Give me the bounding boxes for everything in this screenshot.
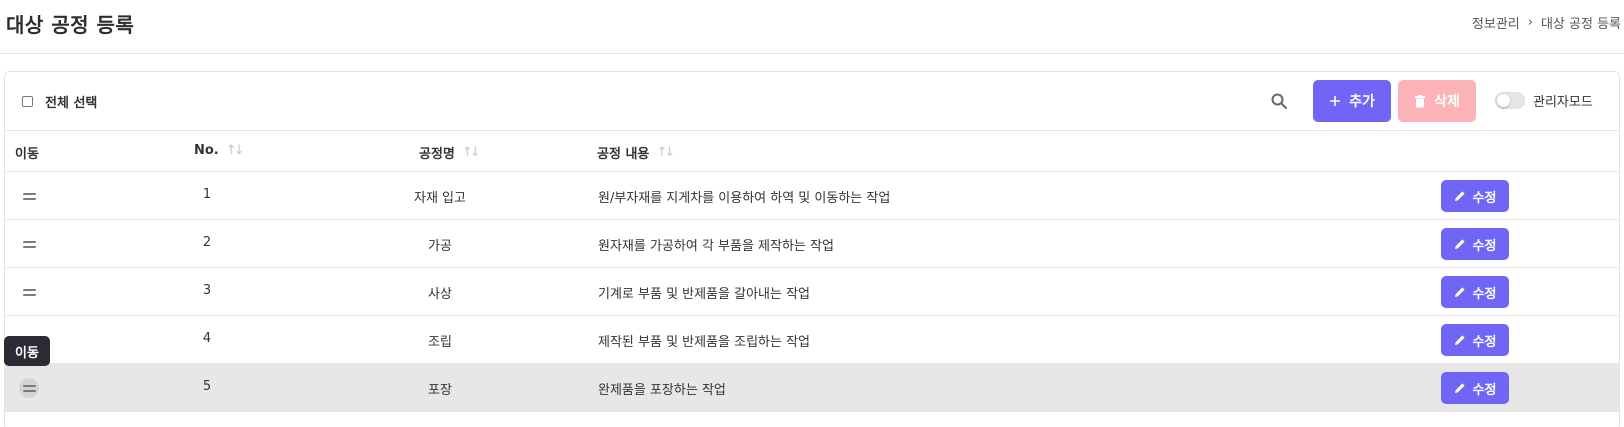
sort-icon[interactable]: ↑↓ <box>656 145 675 160</box>
trash-icon <box>1415 94 1426 107</box>
toggle-knob <box>1497 94 1510 107</box>
edit-button[interactable]: 수정 <box>1441 324 1509 356</box>
select-all[interactable]: 전체 선택 <box>22 92 97 111</box>
edit-button-label: 수정 <box>1472 190 1497 206</box>
search-button[interactable] <box>1266 88 1292 114</box>
drag-handle-icon[interactable] <box>19 234 39 254</box>
table-row: 5 포장 완제품을 포장하는 작업 수정 <box>5 364 1619 412</box>
edit-button[interactable]: 수정 <box>1441 180 1509 212</box>
column-process-desc[interactable]: 공정 내용 ↑↓ <box>597 143 675 162</box>
drag-handle-icon[interactable] <box>19 378 39 398</box>
breadcrumb-item-info-management[interactable]: 정보관리 <box>1472 13 1520 32</box>
breadcrumb-separator: › <box>1527 15 1533 30</box>
cell-process-name: 가공 <box>428 239 452 254</box>
page-title: 대상 공정 등록 <box>6 13 135 37</box>
cell-no: 4 <box>202 331 212 346</box>
sort-icon[interactable]: ↑↓ <box>462 145 481 160</box>
toolbar: 전체 선택 추가 삭제 관리자모드 <box>5 72 1619 131</box>
admin-mode-toggle[interactable] <box>1495 92 1525 109</box>
select-all-label: 전체 선택 <box>45 96 98 111</box>
breadcrumb: 정보관리 › 대상 공정 등록 <box>1472 13 1621 32</box>
edit-button-label: 수정 <box>1472 238 1497 254</box>
table-row: 2 가공 원자재를 가공하여 각 부품을 제작하는 작업 수정 <box>5 220 1619 268</box>
delete-button-label: 삭제 <box>1434 94 1460 110</box>
delete-button[interactable]: 삭제 <box>1398 80 1476 122</box>
add-button[interactable]: 추가 <box>1313 80 1391 122</box>
cell-process-desc: 기계로 부품 및 반제품을 갈아내는 작업 <box>598 287 811 302</box>
edit-button-label: 수정 <box>1472 334 1497 350</box>
process-list-card: 전체 선택 추가 삭제 관리자모드 이동 No. ↑↓ 공정명 ↑↓ 공정 내용… <box>4 71 1620 427</box>
sort-icon[interactable]: ↑↓ <box>226 143 245 158</box>
table-row: 3 사상 기계로 부품 및 반제품을 갈아내는 작업 수정 <box>5 268 1619 316</box>
column-no-label: No. <box>194 143 219 158</box>
cell-process-desc: 완제품을 포장하는 작업 <box>598 383 726 398</box>
cell-process-desc: 제작된 부품 및 반제품을 조립하는 작업 <box>598 335 811 350</box>
column-process-name-label: 공정명 <box>419 147 455 162</box>
column-no[interactable]: No. ↑↓ <box>194 143 245 158</box>
admin-mode-label: 관리자모드 <box>1533 95 1593 110</box>
search-icon <box>1271 93 1287 109</box>
pencil-icon <box>1454 287 1465 297</box>
cell-no: 5 <box>202 379 212 394</box>
drag-handle-icon[interactable] <box>19 186 39 206</box>
page-header: 대상 공정 등록 정보관리 › 대상 공정 등록 <box>0 0 1624 54</box>
table-header: 이동 No. ↑↓ 공정명 ↑↓ 공정 내용 ↑↓ <box>5 131 1619 172</box>
cell-process-desc: 원자재를 가공하여 각 부품을 제작하는 작업 <box>598 239 834 254</box>
table-row: 1 자재 입고 원/부자재를 지게차를 이용하여 하역 및 이동하는 작업 수정 <box>5 172 1619 220</box>
cell-no: 1 <box>202 187 212 202</box>
column-process-name[interactable]: 공정명 ↑↓ <box>419 143 481 162</box>
pencil-icon <box>1454 239 1465 249</box>
admin-mode-switch[interactable]: 관리자모드 <box>1495 91 1593 110</box>
column-move-label: 이동 <box>15 147 39 162</box>
plus-icon <box>1330 96 1341 106</box>
drag-tooltip: 이동 <box>4 336 50 366</box>
drag-handle-icon[interactable] <box>19 282 39 302</box>
column-process-desc-label: 공정 내용 <box>597 147 650 162</box>
column-move: 이동 <box>15 143 39 162</box>
edit-button-label: 수정 <box>1472 286 1497 302</box>
breadcrumb-item-current: 대상 공정 등록 <box>1540 17 1621 32</box>
edit-button[interactable]: 수정 <box>1441 276 1509 308</box>
pencil-icon <box>1454 191 1465 201</box>
table-row: 4 조립 제작된 부품 및 반제품을 조립하는 작업 수정 <box>5 316 1619 364</box>
edit-button-label: 수정 <box>1472 382 1497 398</box>
cell-process-name: 사상 <box>428 287 452 302</box>
cell-process-name: 조립 <box>428 335 452 350</box>
cell-no: 3 <box>202 283 212 298</box>
select-all-checkbox[interactable] <box>22 96 33 107</box>
cell-process-name: 자재 입고 <box>414 191 466 206</box>
add-button-label: 추가 <box>1349 94 1375 110</box>
pencil-icon <box>1454 383 1465 393</box>
pencil-icon <box>1454 335 1465 345</box>
cell-process-desc: 원/부자재를 지게차를 이용하여 하역 및 이동하는 작업 <box>598 191 891 206</box>
cell-process-name: 포장 <box>428 383 452 398</box>
edit-button[interactable]: 수정 <box>1441 372 1509 404</box>
cell-no: 2 <box>202 235 212 250</box>
edit-button[interactable]: 수정 <box>1441 228 1509 260</box>
